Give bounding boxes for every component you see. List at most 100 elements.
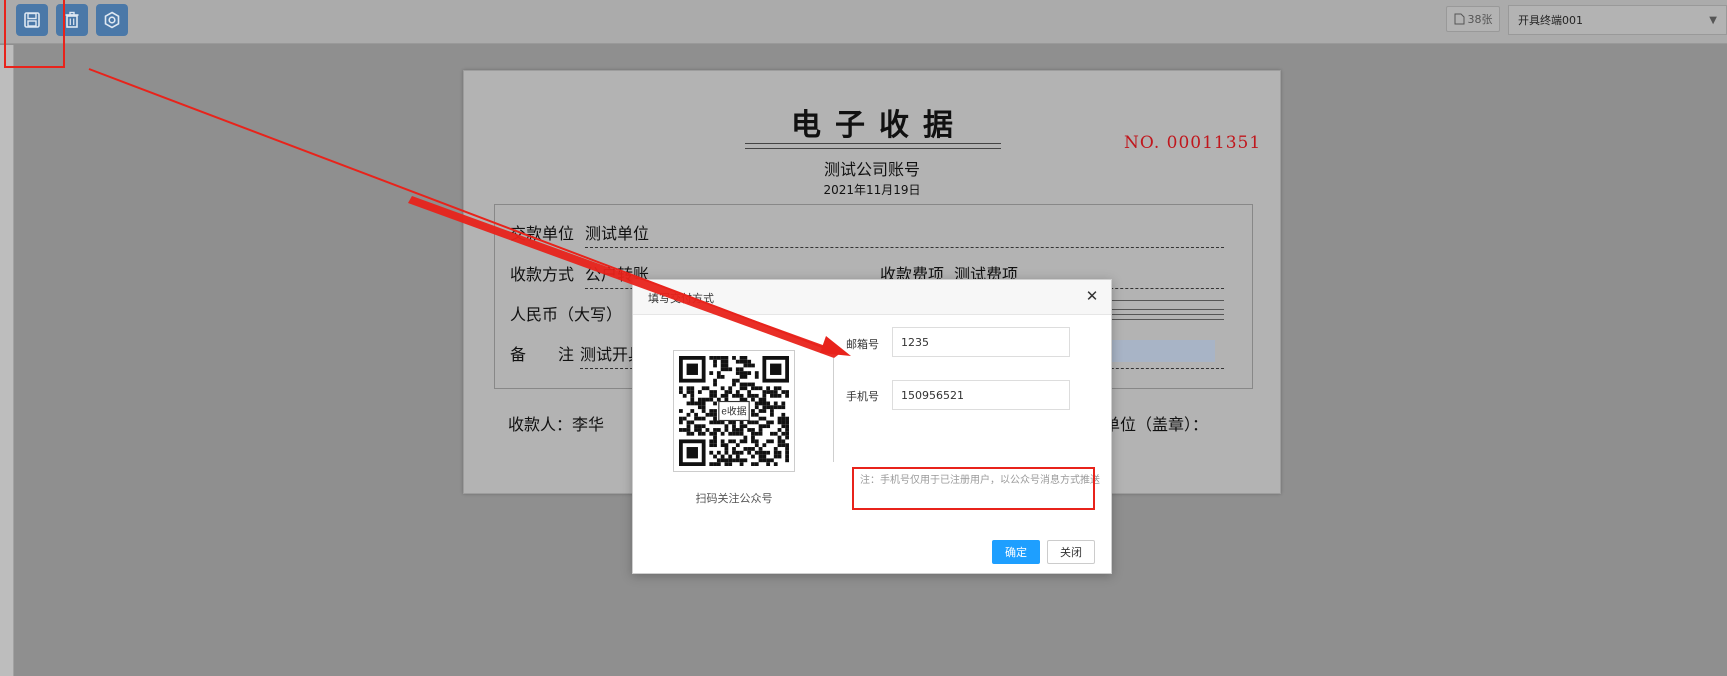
qr-module — [694, 416, 698, 421]
qr-module — [739, 458, 744, 463]
qr-module — [716, 462, 721, 466]
close-button[interactable]: 关闭 — [1047, 540, 1095, 564]
qr-module — [747, 393, 752, 398]
qr-module — [747, 420, 752, 425]
qr-module — [705, 397, 710, 402]
qr-module — [762, 405, 767, 410]
qr-module — [751, 409, 755, 413]
qr-module — [735, 428, 740, 432]
qr-module — [716, 450, 721, 455]
qr-module — [732, 458, 736, 463]
qr-module — [720, 431, 725, 436]
qr-module — [785, 435, 789, 440]
qr-module — [682, 393, 687, 398]
unit-stamp-label: 单位（盖章）： — [1104, 415, 1209, 434]
qr-module — [739, 397, 744, 402]
receipt-date: 2021年11月19日 — [823, 183, 921, 197]
qr-module — [713, 378, 717, 383]
qr-module — [766, 401, 771, 406]
qr-module — [781, 424, 786, 429]
qr-module — [709, 450, 714, 455]
qr-module — [679, 420, 683, 425]
qr-module — [781, 390, 786, 394]
qr-module — [766, 439, 771, 444]
qr-module — [754, 450, 759, 455]
qr-module — [743, 359, 748, 364]
qr-module — [732, 378, 736, 383]
qr-module — [709, 371, 714, 375]
payee-label: 收款人：李华 — [508, 415, 605, 434]
qr-module — [716, 374, 721, 379]
qr-module — [724, 450, 729, 455]
qr-module — [751, 447, 755, 451]
qr-module — [754, 420, 759, 425]
qr-module — [709, 420, 714, 425]
qr-module — [754, 405, 759, 410]
close-icon[interactable]: ✕ — [1085, 289, 1099, 304]
qr-module — [713, 356, 717, 360]
receipt-company: 测试公司账号 — [823, 160, 920, 179]
qr-module — [743, 424, 748, 429]
qr-code: e收据 — [673, 350, 795, 472]
qr-module — [747, 428, 752, 432]
settings-button[interactable] — [96, 4, 128, 36]
dialog-title: 填写交付方式 — [648, 292, 714, 305]
qr-module — [747, 390, 752, 394]
qr-module — [735, 458, 740, 463]
qr-module — [679, 390, 683, 394]
qr-module — [743, 439, 748, 444]
terminal-select[interactable]: 开具终端001 ▼ — [1508, 5, 1727, 35]
qr-module — [713, 359, 717, 364]
qr-module — [697, 405, 702, 410]
qr-module — [724, 424, 729, 429]
qr-module — [724, 393, 729, 398]
qr-module — [720, 359, 725, 364]
qr-module — [690, 409, 695, 413]
qr-module — [739, 356, 744, 360]
qr-module — [728, 390, 733, 394]
qr-module — [762, 424, 767, 429]
qr-module — [732, 439, 736, 444]
qr-module — [743, 382, 748, 387]
qr-code-image: e收据 — [679, 356, 789, 466]
qr-module — [758, 428, 763, 432]
delivery-method-dialog: 填写交付方式 ✕ e收据 扫码关注公众号 邮箱号 手机号 注：手机号仅用于已注 — [632, 279, 1112, 574]
email-field[interactable] — [892, 327, 1070, 357]
qr-module — [747, 371, 752, 375]
email-label: 邮箱号 — [846, 338, 879, 351]
qr-module — [709, 393, 714, 398]
phone-field[interactable] — [892, 380, 1070, 410]
confirm-button[interactable]: 确定 — [992, 540, 1040, 564]
payer-label: 交款单位 — [510, 224, 575, 243]
qr-module — [777, 443, 782, 448]
qr-module — [751, 393, 755, 398]
qr-module — [739, 431, 744, 436]
qr-module — [785, 416, 789, 421]
qr-module — [728, 462, 733, 466]
document-icon — [1454, 13, 1464, 25]
qr-module — [720, 420, 725, 425]
qr-module — [770, 393, 774, 398]
qr-module — [785, 390, 789, 394]
qr-module — [720, 458, 725, 463]
qr-module — [716, 458, 721, 463]
qr-module — [690, 390, 695, 394]
qr-module — [686, 428, 691, 432]
qr-module — [747, 363, 752, 368]
qr-module — [728, 367, 733, 372]
qr-module — [716, 371, 721, 375]
receipt-count-label: 38张 — [1467, 13, 1493, 26]
qr-module — [728, 431, 733, 436]
qr-module — [785, 450, 789, 455]
qr-module — [720, 367, 725, 372]
qr-module — [701, 386, 706, 391]
qr-module — [751, 428, 755, 432]
qr-module — [739, 393, 744, 398]
dialog-divider — [833, 358, 834, 462]
qr-module — [739, 450, 744, 455]
remark-label: 备 注 — [510, 345, 575, 364]
qr-module — [762, 450, 767, 455]
qr-module — [758, 450, 763, 455]
qr-module — [777, 386, 782, 391]
qr-module — [777, 454, 782, 459]
